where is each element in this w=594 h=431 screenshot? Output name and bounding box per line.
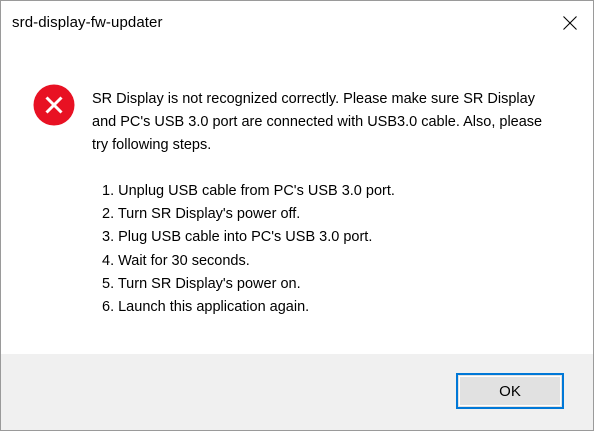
dialog-content: SR Display is not recognized correctly. … [1,45,593,354]
step-item: 3. Plug USB cable into PC's USB 3.0 port… [102,229,373,246]
error-icon [33,84,75,126]
button-bar: OK [1,354,593,430]
step-item: 2. Turn SR Display's power off. [102,206,301,223]
message-text: SR Display is not recognized correctly. … [92,91,543,153]
ok-button[interactable]: OK [456,373,564,409]
dialog-window: srd-display-fw-updater SR Display is not… [0,0,594,431]
title-bar[interactable]: srd-display-fw-updater [1,1,593,45]
window-title: srd-display-fw-updater [12,14,163,31]
error-message: SR Display is not recognized correctly. … [92,88,552,319]
step-item: 5. Turn SR Display's power on. [102,275,301,292]
close-button[interactable] [547,1,593,45]
close-icon [563,16,577,30]
step-item: 1. Unplug USB cable from PC's USB 3.0 po… [102,183,395,199]
steps-list: 1. Unplug USB cable from PC's USB 3.0 po… [92,180,552,319]
step-item: 6. Launch this application again. [102,299,310,316]
step-item: 4. Wait for 30 seconds. [102,252,250,269]
